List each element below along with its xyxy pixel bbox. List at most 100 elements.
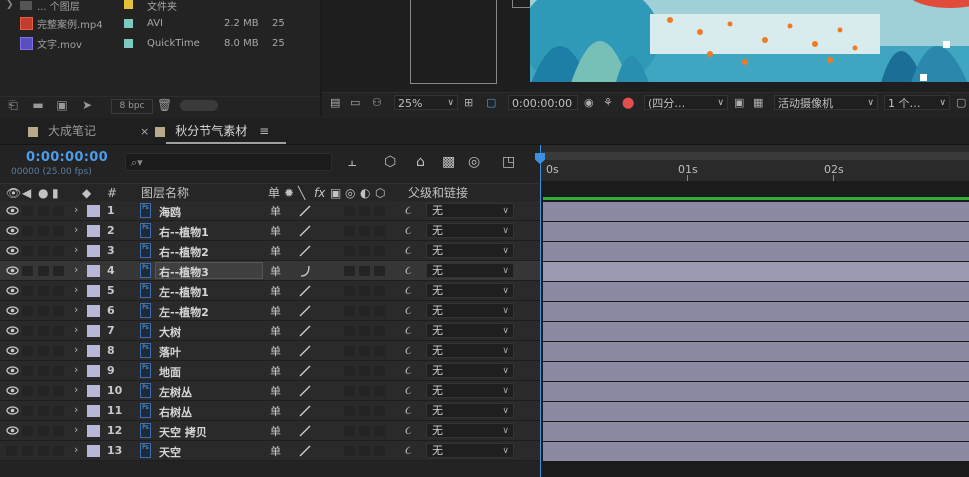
new-composition-icon[interactable]: ▣	[55, 99, 69, 111]
motion-blur-switch[interactable]	[359, 246, 370, 256]
motion-blur-switch[interactable]	[359, 406, 370, 416]
frame-blend-switch[interactable]	[344, 226, 355, 236]
audio-toggle[interactable]	[22, 366, 33, 376]
adjustment-column-icon[interactable]: ◐	[360, 185, 370, 201]
solo-toggle[interactable]	[38, 206, 49, 216]
layer-row[interactable]: › 1 Ps 海鸥单 ૮ 无 ∨	[0, 201, 540, 221]
3d-switch[interactable]	[374, 426, 385, 436]
quality-curve-icon[interactable]	[298, 264, 312, 278]
layer-label-color[interactable]	[87, 345, 100, 357]
expand-layer-arrow-icon[interactable]: ›	[74, 383, 78, 396]
project-item[interactable]: ❯ ... 个图层 文件夹	[0, 0, 320, 14]
motion-blur-switch[interactable]	[359, 366, 370, 376]
parent-dropdown[interactable]: 无 ∨	[426, 223, 514, 238]
3d-switch[interactable]	[374, 206, 385, 216]
layer-search-input[interactable]: ⌕▾	[125, 153, 332, 171]
lock-column-icon[interactable]: ▮	[52, 185, 59, 201]
shy-switch-icon[interactable]: 单	[270, 343, 281, 359]
always-preview-icon[interactable]: ▤	[330, 96, 340, 110]
audio-toggle[interactable]	[22, 306, 33, 316]
frame-blend-switch[interactable]	[344, 346, 355, 356]
layer-row[interactable]: › 3 Ps 右--植物2 单 ૮ 无 ∨	[0, 241, 540, 261]
audio-toggle[interactable]	[22, 346, 33, 356]
parent-pick-whip-icon[interactable]: ૮	[405, 323, 412, 338]
thumbnail-size-slider[interactable]	[180, 100, 218, 111]
quality-slash-icon[interactable]	[298, 364, 312, 378]
viewer-timecode[interactable]: 0:00:00:00	[508, 95, 578, 110]
layer-label-color[interactable]	[87, 365, 100, 377]
layer-duration-bar[interactable]	[543, 282, 969, 301]
shy-column-icon[interactable]: 单	[268, 185, 280, 201]
quality-slash-icon[interactable]	[298, 224, 312, 238]
motion-blur-switch[interactable]	[359, 266, 370, 276]
composition-viewer[interactable]	[322, 0, 969, 92]
solo-toggle[interactable]	[38, 326, 49, 336]
quality-slash-icon[interactable]	[298, 304, 312, 318]
comp-flowchart-icon[interactable]: ⫠	[348, 154, 356, 170]
lock-toggle[interactable]	[53, 386, 64, 396]
layer-duration-bar[interactable]	[543, 322, 969, 341]
motion-blur-switch[interactable]	[359, 206, 370, 216]
layer-name[interactable]: 海鸥	[159, 204, 181, 220]
tab-autumn-equinox[interactable]: × 秋分节气素材 ≡	[140, 118, 269, 144]
layer-duration-bar[interactable]	[543, 262, 969, 281]
shy-switch-icon[interactable]: 单	[270, 303, 281, 319]
frame-blending-icon[interactable]: ▩	[442, 154, 455, 170]
quality-slash-icon[interactable]	[298, 384, 312, 398]
shy-switch-icon[interactable]: 单	[270, 403, 281, 419]
expand-layer-arrow-icon[interactable]: ›	[74, 323, 78, 336]
lock-toggle[interactable]	[53, 206, 64, 216]
3d-switch[interactable]	[374, 386, 385, 396]
time-ruler[interactable]: 0s 01s 02s	[540, 145, 969, 181]
layer-row[interactable]: › 4 Ps 右--植物3 单 ૮ 无 ∨	[0, 261, 540, 281]
parent-dropdown[interactable]: 无 ∨	[426, 283, 514, 298]
layer-duration-bar[interactable]	[543, 202, 969, 221]
lock-toggle[interactable]	[53, 426, 64, 436]
shy-switch-icon[interactable]: 单	[270, 283, 281, 299]
layer-row[interactable]: › 11 Ps 右树丛单 ૮ 无 ∨	[0, 401, 540, 421]
transparency-grid-icon[interactable]: ▦	[753, 96, 763, 110]
visibility-eye-icon[interactable]	[6, 324, 19, 337]
layer-name[interactable]: 天空 拷贝	[159, 424, 207, 440]
project-item[interactable]: 完整案例.mp4 AVI 2.2 MB 25	[0, 14, 320, 32]
audio-toggle[interactable]	[22, 246, 33, 256]
3d-switch[interactable]	[374, 446, 385, 456]
3d-switch[interactable]	[374, 406, 385, 416]
parent-pick-whip-icon[interactable]: ૮	[405, 223, 412, 238]
layer-name[interactable]: 左--植物1	[159, 284, 209, 300]
parent-dropdown[interactable]: 无 ∨	[426, 203, 514, 218]
parent-pick-whip-icon[interactable]: ૮	[405, 383, 412, 398]
layer-label-color[interactable]	[87, 265, 100, 277]
tab-menu-icon[interactable]: ≡	[259, 124, 269, 138]
expand-layer-arrow-icon[interactable]: ›	[74, 443, 78, 456]
lock-toggle[interactable]	[53, 306, 64, 316]
parent-pick-whip-icon[interactable]: ૮	[405, 263, 412, 278]
trash-icon[interactable]: 🗑	[157, 99, 172, 111]
solo-toggle[interactable]	[38, 306, 49, 316]
frame-blend-switch[interactable]	[344, 286, 355, 296]
parent-dropdown[interactable]: 无 ∨	[426, 423, 514, 438]
layer-row[interactable]: › 7 Ps 大树单 ૮ 无 ∨	[0, 321, 540, 341]
visibility-eye-icon[interactable]	[6, 404, 19, 417]
layer-name[interactable]: 左--植物2	[159, 304, 209, 320]
lock-toggle[interactable]	[53, 326, 64, 336]
layer-label-color[interactable]	[87, 405, 100, 417]
visibility-eye-icon[interactable]	[6, 344, 19, 357]
expand-layer-arrow-icon[interactable]: ›	[74, 343, 78, 356]
layer-duration-bar[interactable]	[543, 442, 969, 461]
quality-slash-icon[interactable]	[298, 284, 312, 298]
timeline-track-area[interactable]: 0s 01s 02s	[535, 145, 969, 477]
quality-slash-icon[interactable]	[298, 344, 312, 358]
label-color[interactable]	[124, 19, 133, 28]
layer-duration-bar[interactable]	[543, 402, 969, 421]
monitor-icon[interactable]: ▭	[350, 96, 360, 110]
expand-layer-arrow-icon[interactable]: ›	[74, 203, 78, 216]
layer-name[interactable]: 大树	[159, 324, 181, 340]
layer-row[interactable]: › 9 Ps 地面单 ૮ 无 ∨	[0, 361, 540, 381]
label-color[interactable]	[124, 0, 133, 9]
audio-toggle[interactable]	[22, 206, 33, 216]
frame-blend-switch[interactable]	[344, 386, 355, 396]
frame-blend-switch[interactable]	[344, 246, 355, 256]
visibility-eye-icon[interactable]	[6, 384, 19, 397]
layer-label-color[interactable]	[87, 225, 100, 237]
